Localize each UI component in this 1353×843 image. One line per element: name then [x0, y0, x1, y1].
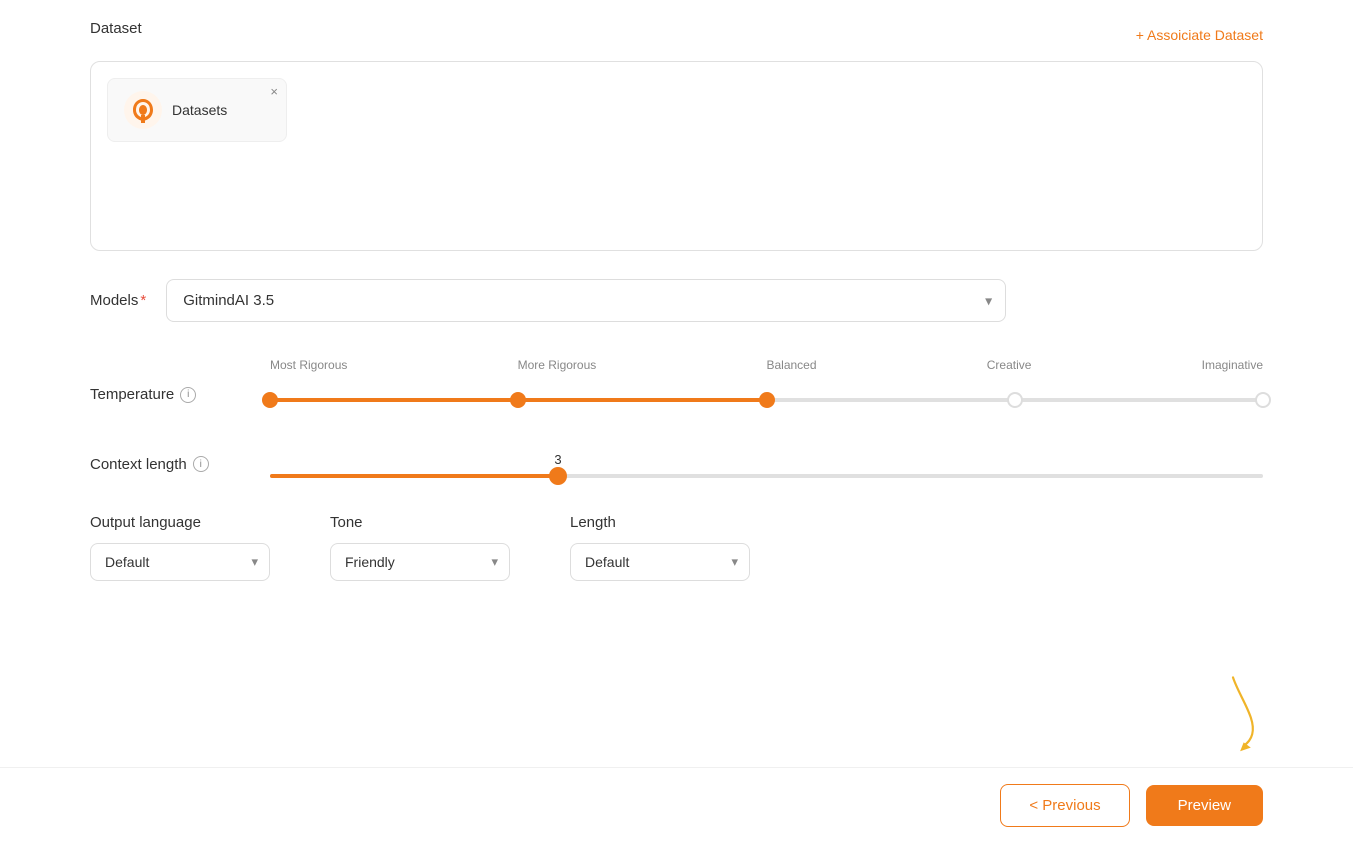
dataset-card-close[interactable]: × — [270, 85, 278, 98]
models-label: Models* — [90, 292, 146, 309]
temp-dot-2[interactable] — [759, 392, 775, 408]
tone-label: Tone — [330, 514, 510, 531]
tone-group: Tone Friendly Formal Casual Professional… — [330, 514, 510, 581]
context-slider[interactable]: 3 — [270, 474, 1263, 478]
output-language-select-wrapper: Default English Chinese Japanese Spanish… — [90, 543, 270, 581]
context-label: Context length — [90, 456, 187, 473]
required-star: * — [140, 292, 146, 309]
length-select-wrapper: Default Short Medium Long ▾ — [570, 543, 750, 581]
length-label: Length — [570, 514, 750, 531]
tone-select[interactable]: Friendly Formal Casual Professional — [330, 543, 510, 581]
tone-select-wrapper: Friendly Formal Casual Professional ▾ — [330, 543, 510, 581]
temp-label-1: More Rigorous — [518, 358, 597, 372]
arrow-decoration-icon — [1203, 673, 1263, 753]
temp-label-2: Balanced — [766, 358, 816, 372]
bottom-bar: < Previous Preview — [0, 767, 1353, 843]
dataset-label: Dataset — [90, 20, 142, 37]
temperature-info-icon[interactable]: i — [180, 387, 196, 403]
context-track-fill — [270, 474, 558, 478]
previous-button[interactable]: < Previous — [1000, 784, 1129, 827]
dataset-card-name: Datasets — [172, 102, 227, 118]
temp-dot-4[interactable] — [1255, 392, 1271, 408]
temperature-slider[interactable] — [270, 380, 1263, 420]
output-language-label: Output language — [90, 514, 270, 531]
associate-dataset-link[interactable]: + Assoiciate Dataset — [1136, 27, 1263, 43]
temp-dot-1[interactable] — [510, 392, 526, 408]
context-thumb[interactable] — [549, 467, 567, 485]
temperature-label: Temperature — [90, 386, 174, 403]
temp-dot-0[interactable] — [262, 392, 278, 408]
length-group: Length Default Short Medium Long ▾ — [570, 514, 750, 581]
preview-button[interactable]: Preview — [1146, 785, 1263, 826]
temp-label-4: Imaginative — [1202, 358, 1263, 372]
context-info-icon[interactable]: i — [193, 456, 209, 472]
temp-dot-3[interactable] — [1007, 392, 1023, 408]
models-select-wrapper: GitmindAI 3.5 GitmindAI 4.0 GPT-4 GPT-3.… — [166, 279, 1006, 322]
output-language-group: Output language Default English Chinese … — [90, 514, 270, 581]
context-value: 3 — [554, 452, 561, 467]
temp-label-0: Most Rigorous — [270, 358, 347, 372]
length-select[interactable]: Default Short Medium Long — [570, 543, 750, 581]
dataset-logo-icon — [124, 91, 162, 129]
models-select[interactable]: GitmindAI 3.5 GitmindAI 4.0 GPT-4 GPT-3.… — [166, 279, 1006, 322]
dataset-dropzone: × Datasets — [90, 61, 1263, 251]
temperature-labels: Most Rigorous More Rigorous Balanced Cre… — [270, 358, 1263, 372]
temp-label-3: Creative — [987, 358, 1032, 372]
output-language-select[interactable]: Default English Chinese Japanese Spanish — [90, 543, 270, 581]
dataset-card: × Datasets — [107, 78, 287, 142]
